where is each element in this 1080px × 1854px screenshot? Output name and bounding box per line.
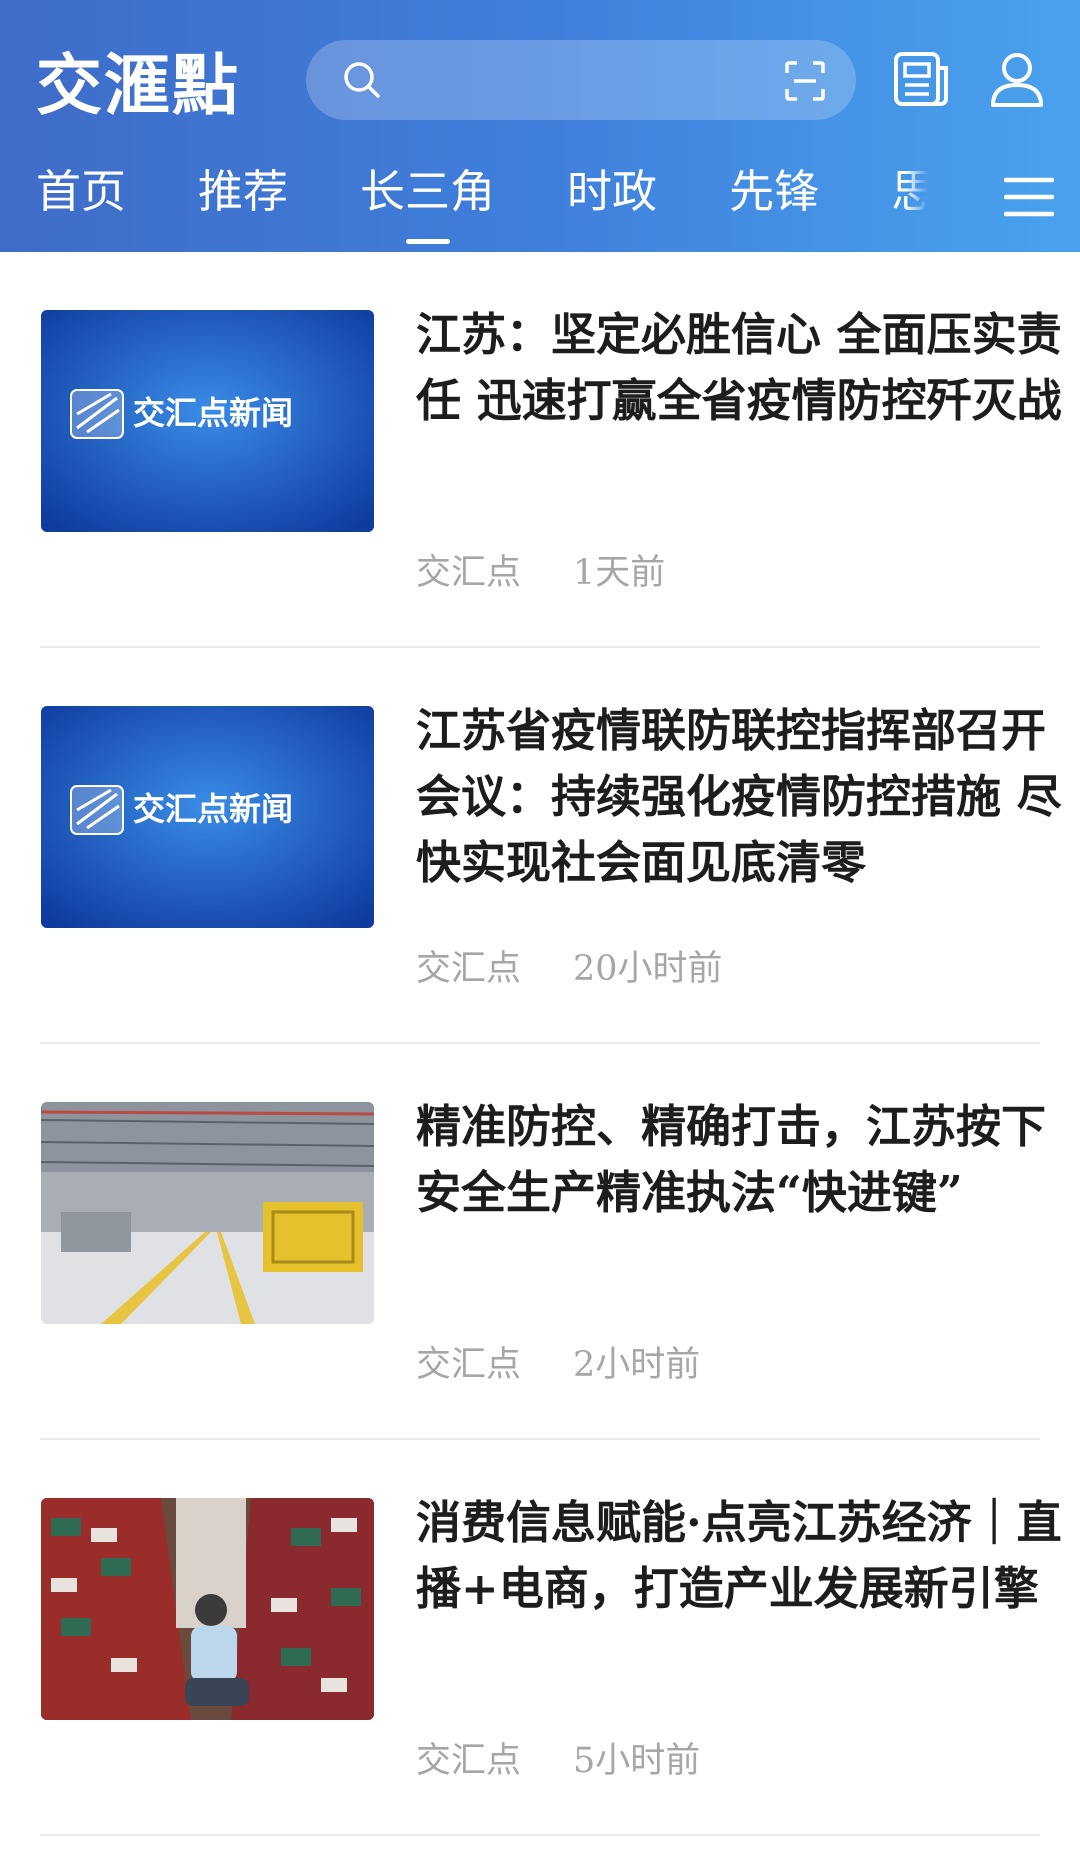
article-time: 20小时前 (573, 949, 723, 989)
article-meta: 交汇点 20小时前 (416, 940, 775, 991)
app-header: 交滙點 首页 推荐 长三角 时政 先锋 思想 (0, 0, 1080, 252)
tab-vanguard[interactable]: 先锋 (729, 160, 819, 224)
tab-thought[interactable]: 思想 (891, 160, 928, 224)
search-bar[interactable] (306, 40, 856, 120)
article-item[interactable]: 交汇点新闻 江苏省疫情联防联控指挥部召开会议：持续强化疫情防控措施 尽快实现社会… (40, 648, 1062, 1044)
user-icon[interactable] (986, 48, 1048, 110)
article-source: 交汇点 (416, 1345, 522, 1385)
article-meta: 交汇点 5小时前 (416, 1732, 752, 1783)
scan-icon[interactable] (784, 60, 826, 102)
tab-politics[interactable]: 时政 (567, 160, 657, 224)
news-logo-mark (70, 785, 124, 835)
tab-yangtze-delta[interactable]: 长三角 (360, 160, 495, 224)
article-meta: 交汇点 2小时前 (416, 1336, 752, 1387)
article-item[interactable]: 消费信息赋能·点亮江苏经济｜直播+电商，打造产业发展新引擎 交汇点 5小时前 (40, 1440, 1062, 1836)
article-thumbnail[interactable]: 交汇点新闻 (41, 706, 374, 928)
app-logo[interactable]: 交滙點 (36, 40, 256, 124)
article-meta: 交汇点 1天前 (416, 544, 717, 595)
article-title[interactable]: 精准防控、精确打击，江苏按下安全生产精准执法“快进键” (416, 1094, 1076, 1226)
news-logo-mark (70, 389, 124, 439)
thumb-caption: 交汇点新闻 (133, 790, 293, 828)
search-icon (344, 62, 380, 98)
article-source: 交汇点 (416, 1741, 522, 1781)
article-item[interactable]: 交汇点新闻 江苏：坚定必胜信心 全面压实责任 迅速打赢全省疫情防控歼灭战 交汇点… (40, 252, 1062, 648)
article-thumbnail[interactable] (41, 1102, 374, 1324)
article-thumbnail[interactable]: 交汇点新闻 (41, 310, 374, 532)
article-time: 1天前 (573, 553, 666, 593)
tab-home[interactable]: 首页 (36, 160, 126, 224)
article-source: 交汇点 (416, 553, 522, 593)
article-time: 2小时前 (573, 1345, 701, 1385)
factory-image (41, 1102, 374, 1324)
article-title[interactable]: 消费信息赋能·点亮江苏经济｜直播+电商，打造产业发展新引擎 (416, 1490, 1076, 1622)
newspaper-icon[interactable] (890, 48, 952, 110)
article-item[interactable]: 精准防控、精确打击，江苏按下安全生产精准执法“快进键” 交汇点 2小时前 (40, 1044, 1046, 1440)
article-list: 交汇点新闻 江苏：坚定必胜信心 全面压实责任 迅速打赢全省疫情防控歼灭战 交汇点… (0, 252, 1080, 1836)
article-title[interactable]: 江苏省疫情联防联控指挥部召开会议：持续强化疫情防控措施 尽快实现社会面见底清零 (416, 698, 1076, 896)
menu-icon[interactable] (1004, 176, 1054, 218)
thumb-caption: 交汇点新闻 (133, 394, 293, 432)
tab-recommend[interactable]: 推荐 (198, 160, 288, 224)
warehouse-shoes-image (41, 1498, 374, 1720)
channel-tabs: 首页 推荐 长三角 时政 先锋 思想 (0, 160, 1000, 252)
article-time: 5小时前 (573, 1741, 701, 1781)
article-source: 交汇点 (416, 949, 522, 989)
article-thumbnail[interactable] (41, 1498, 374, 1720)
article-title[interactable]: 江苏：坚定必胜信心 全面压实责任 迅速打赢全省疫情防控歼灭战 (416, 302, 1076, 434)
